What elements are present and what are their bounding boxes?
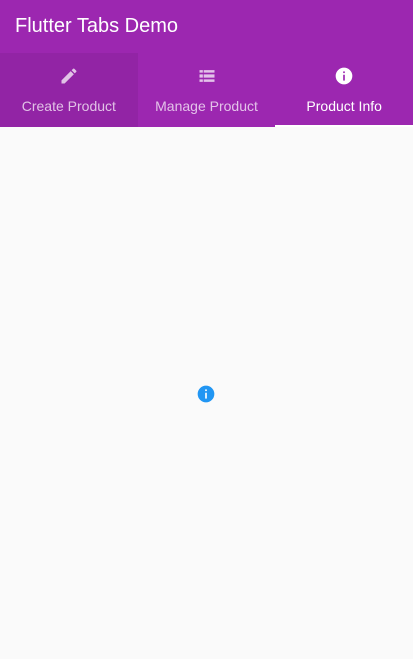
app-bar: Flutter Tabs Demo Create Product Manage …	[0, 0, 413, 127]
tab-manage-product[interactable]: Manage Product	[138, 53, 276, 127]
list-icon	[197, 66, 217, 86]
info-icon	[196, 384, 216, 404]
tab-label: Product Info	[306, 98, 382, 114]
pencil-icon	[59, 66, 79, 86]
tab-content	[0, 127, 413, 659]
tab-bar: Create Product Manage Product Product In…	[0, 53, 413, 127]
tab-create-product[interactable]: Create Product	[0, 53, 138, 127]
tab-label: Manage Product	[155, 98, 258, 114]
info-icon	[334, 66, 354, 86]
app-title: Flutter Tabs Demo	[15, 15, 179, 37]
tab-product-info[interactable]: Product Info	[275, 53, 413, 127]
tab-label: Create Product	[21, 98, 116, 114]
